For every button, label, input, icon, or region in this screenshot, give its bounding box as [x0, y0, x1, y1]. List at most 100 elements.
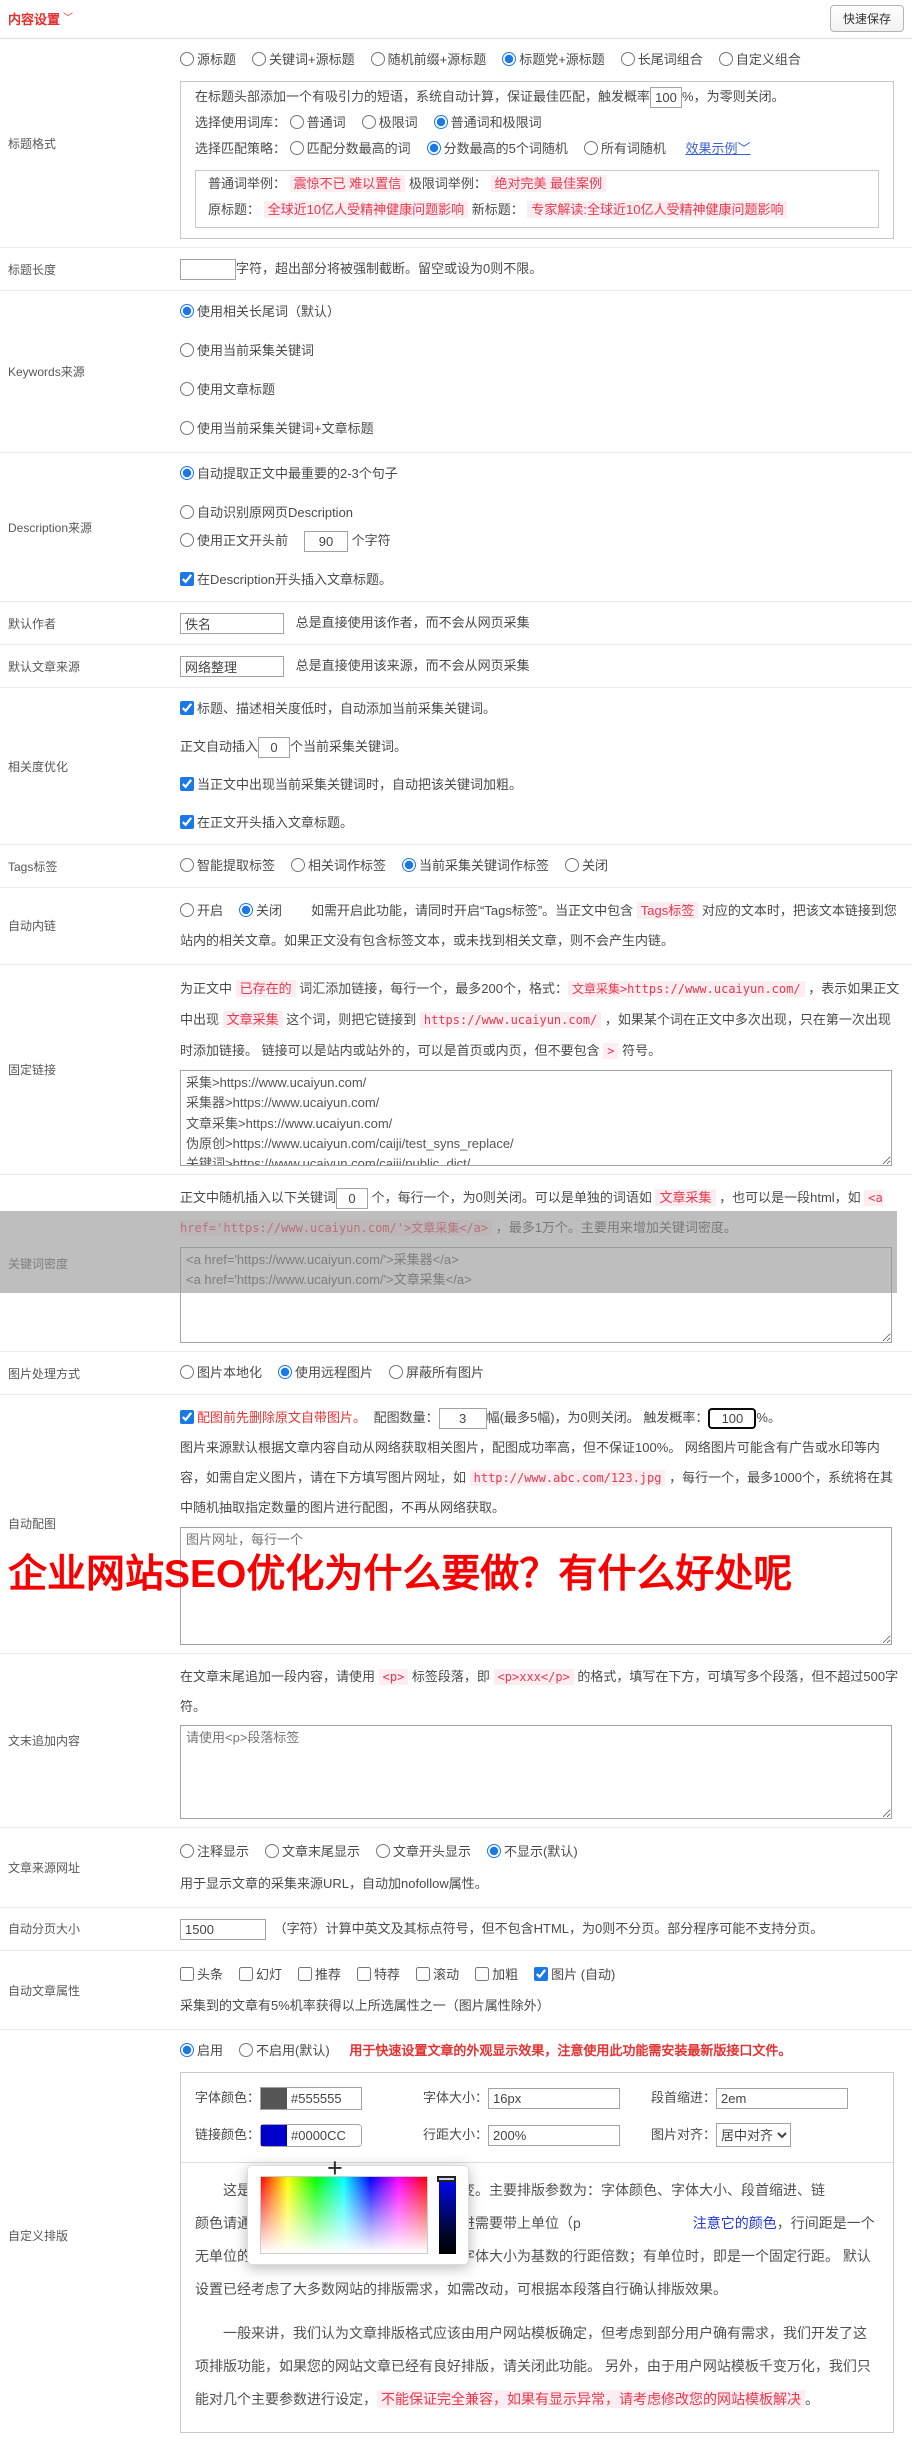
radio-option[interactable]: 极限词 — [361, 115, 418, 130]
radio-option[interactable]: 关闭 — [565, 858, 608, 873]
color-picker-value-slider[interactable] — [437, 2176, 456, 2255]
radio-option[interactable]: 使用正文开头前 — [180, 533, 288, 548]
radio-option[interactable]: 使用相关长尾词（默认） — [180, 299, 900, 325]
radio-input[interactable] — [180, 1844, 194, 1859]
color-picker-saturation-area[interactable] — [260, 2176, 428, 2255]
radio-input[interactable] — [252, 52, 267, 66]
line-height-input[interactable] — [488, 2124, 621, 2146]
radio-input[interactable] — [180, 382, 194, 396]
fixed-links-textarea[interactable] — [180, 1070, 892, 1167]
checkbox-input[interactable] — [534, 1966, 549, 1981]
image-count-input[interactable] — [438, 1408, 487, 1430]
effect-example-link[interactable]: 效果示例﹀ — [686, 141, 751, 156]
font-size-input[interactable] — [488, 2087, 621, 2109]
checkbox-input[interactable] — [180, 777, 194, 791]
checkbox-option[interactable]: 幻灯 — [239, 1966, 282, 1982]
checkbox-option[interactable]: 头条 — [180, 1966, 223, 1982]
radio-option[interactable]: 相关词作标签 — [291, 858, 386, 873]
radio-option[interactable]: 关闭 — [239, 903, 282, 918]
radio-input[interactable] — [620, 52, 635, 66]
radio-input[interactable] — [389, 1365, 404, 1380]
radio-option[interactable]: 注释显示 — [180, 1844, 249, 1859]
radio-input[interactable] — [278, 1365, 293, 1380]
slider-handle[interactable] — [437, 2176, 456, 2183]
radio-input[interactable] — [180, 1365, 194, 1380]
default-source-input[interactable] — [180, 656, 284, 678]
quick-save-button[interactable]: 快速保存 — [829, 5, 904, 32]
radio-input[interactable] — [487, 1844, 502, 1859]
checkbox-option[interactable]: 滚动 — [416, 1966, 459, 1982]
image-align-select[interactable]: 居中对齐 — [716, 2123, 792, 2148]
radio-option[interactable]: 使用远程图片 — [278, 1365, 373, 1380]
head-chars-input[interactable] — [304, 531, 349, 553]
radio-input[interactable] — [370, 52, 385, 66]
radio-input[interactable] — [289, 141, 304, 155]
font-color-swatch[interactable] — [261, 2087, 288, 2109]
radio-option[interactable]: 不显示(默认) — [487, 1844, 578, 1859]
radio-option[interactable]: 长尾词组合 — [620, 52, 703, 67]
radio-option[interactable]: 屏蔽所有图片 — [389, 1365, 484, 1380]
checkbox-input[interactable] — [180, 1410, 194, 1425]
radio-input[interactable] — [718, 52, 733, 66]
radio-option[interactable]: 关键词+源标题 — [252, 52, 355, 67]
checkbox-option[interactable]: 在正文开头插入文章标题。 — [180, 815, 353, 830]
checkbox-input[interactable] — [180, 701, 194, 715]
radio-option[interactable]: 图片本地化 — [180, 1365, 262, 1380]
radio-input[interactable] — [180, 903, 194, 917]
radio-option[interactable]: 文章末尾显示 — [265, 1844, 360, 1859]
checkbox-input[interactable] — [180, 1966, 194, 1981]
radio-input[interactable] — [180, 505, 194, 519]
indent-input[interactable] — [716, 2087, 849, 2109]
radio-input[interactable] — [180, 421, 194, 435]
radio-option[interactable]: 分数最高的5个词随机 — [426, 141, 568, 156]
radio-input[interactable] — [402, 858, 417, 872]
paging-size-input[interactable] — [180, 1918, 266, 1940]
radio-option[interactable]: 普通词 — [289, 115, 346, 130]
checkbox-input[interactable] — [180, 815, 194, 829]
radio-option[interactable]: 开启 — [180, 903, 223, 918]
radio-option[interactable]: 使用文章标题 — [180, 377, 900, 403]
radio-input[interactable] — [289, 115, 304, 129]
trigger-probability-input[interactable] — [650, 87, 683, 109]
radio-input[interactable] — [180, 343, 194, 357]
radio-option[interactable]: 所有词随机 — [583, 141, 666, 156]
radio-input[interactable] — [180, 466, 194, 480]
radio-input[interactable] — [433, 115, 448, 129]
checkbox-input[interactable] — [357, 1966, 372, 1981]
checkbox-input[interactable] — [475, 1966, 490, 1981]
radio-input[interactable] — [239, 903, 254, 917]
radio-option[interactable]: 文章开头显示 — [376, 1844, 471, 1859]
radio-input[interactable] — [502, 52, 517, 66]
radio-option[interactable]: 使用当前采集关键词+文章标题 — [180, 416, 900, 442]
checkbox-option[interactable]: 在Description开头插入文章标题。 — [180, 572, 392, 587]
radio-option[interactable]: 启用 — [180, 2043, 223, 2058]
radio-option[interactable]: 匹配分数最高的词 — [289, 141, 411, 156]
link-color-swatch[interactable] — [261, 2124, 288, 2146]
radio-input[interactable] — [291, 858, 306, 872]
radio-input[interactable] — [265, 1844, 280, 1859]
section-header[interactable]: 内容设置 ﹀ — [8, 9, 73, 28]
radio-input[interactable] — [180, 304, 194, 318]
radio-input[interactable] — [180, 533, 194, 547]
checkbox-input[interactable] — [416, 1966, 431, 1981]
radio-input[interactable] — [376, 1844, 391, 1859]
radio-input[interactable] — [239, 2043, 254, 2058]
font-color-hex-input[interactable] — [287, 2088, 362, 2108]
radio-option[interactable]: 随机前缀+源标题 — [370, 52, 486, 67]
radio-option[interactable]: 自动提取正文中最重要的2-3个句子 — [180, 461, 900, 487]
radio-input[interactable] — [426, 141, 441, 155]
radio-option[interactable]: 自定义组合 — [718, 52, 801, 67]
checkbox-input[interactable] — [180, 572, 194, 586]
radio-input[interactable] — [180, 2043, 194, 2058]
radio-input[interactable] — [361, 115, 376, 129]
checkbox-option[interactable]: 图片 (自动) — [534, 1966, 615, 1982]
radio-option[interactable]: 不启用(默认) — [239, 2043, 330, 2058]
checkbox-option[interactable]: 推荐 — [298, 1966, 341, 1982]
checkbox-option[interactable]: 特荐 — [357, 1966, 400, 1982]
keyword-density-textarea[interactable] — [180, 1247, 892, 1344]
radio-option[interactable]: 使用当前采集关键词 — [180, 338, 900, 364]
checkbox-option[interactable]: 加粗 — [475, 1966, 518, 1982]
title-length-input[interactable] — [180, 259, 236, 281]
checkbox-input[interactable] — [239, 1966, 254, 1981]
checkbox-option[interactable]: 当正文中出现当前采集关键词时，自动把该关键词加粗。 — [180, 777, 522, 792]
